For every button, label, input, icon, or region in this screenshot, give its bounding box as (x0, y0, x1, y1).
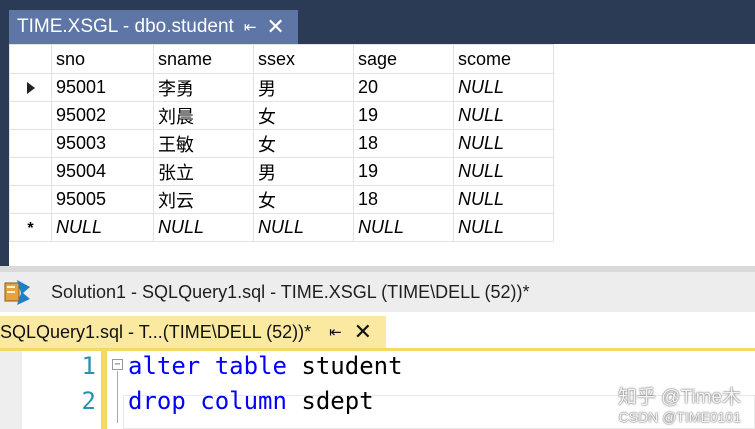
table-cell[interactable]: NULL (353, 213, 454, 242)
column-header[interactable]: sno (51, 44, 154, 74)
watermark-zhihu: 知乎 @Time木 (617, 387, 741, 408)
editor-margin (0, 351, 22, 429)
table-cell[interactable]: NULL (51, 213, 154, 242)
data-grid: sno sname ssex sage scome 95001 李勇男 20 NULL… (9, 44, 554, 242)
window-title: Solution1 - SQLQuery1.sql - TIME.XSGL (T… (51, 281, 530, 302)
row-selector[interactable]: * (9, 213, 52, 242)
row-selector[interactable] (9, 157, 52, 186)
column-header[interactable]: sage (353, 44, 454, 74)
sql-keyword: drop column (128, 387, 287, 415)
table-cell[interactable]: NULL (453, 185, 554, 214)
table-cell[interactable]: NULL (453, 157, 554, 186)
table-cell[interactable]: 95004 (51, 157, 154, 186)
pin-icon[interactable]: ⇤ (244, 18, 257, 36)
collapse-icon[interactable]: − (112, 359, 123, 370)
sql-identifier: sdept (286, 387, 374, 415)
table-cell[interactable]: NULL (453, 101, 554, 130)
table-cell[interactable]: 李勇 (153, 73, 254, 102)
header-row: sno sname ssex sage scome (9, 44, 554, 74)
watermark: 知乎 @Time木 CSDN @TIME0101 (618, 382, 741, 425)
column-header[interactable]: scome (453, 44, 554, 74)
table-cell[interactable]: 女 (253, 185, 354, 214)
row-selector-header[interactable] (9, 44, 52, 74)
table-cell[interactable]: 男 (253, 157, 354, 186)
table-cell[interactable]: 女 (253, 129, 354, 158)
code-line-1[interactable]: alter table student (128, 352, 403, 380)
query-tab-strip: SQLQuery1.sql - T...(TIME\DELL (52))* ⇤ … (0, 312, 755, 348)
table-cell[interactable]: 95001 (51, 73, 154, 102)
table-row[interactable]: 95005 刘云女 18 NULL (9, 185, 554, 214)
close-icon[interactable]: ✕ (354, 321, 372, 343)
table-cell[interactable]: NULL (453, 129, 554, 158)
sql-identifier: student (286, 352, 403, 380)
column-header[interactable]: ssex (253, 44, 354, 74)
table-row[interactable]: 95003 王敏女 18 NULL (9, 129, 554, 158)
column-header[interactable]: sname (153, 44, 254, 74)
table-cell[interactable]: 18 (353, 185, 454, 214)
table-cell[interactable]: NULL (453, 213, 554, 242)
fold-guide (117, 371, 118, 423)
pin-icon[interactable]: ⇤ (329, 323, 342, 341)
table-cell[interactable]: 张立 (153, 157, 254, 186)
tab-title: SQLQuery1.sql - T...(TIME\DELL (52))* (0, 321, 312, 342)
table-cell[interactable]: 男 (253, 73, 354, 102)
tab-query-editor[interactable]: SQLQuery1.sql - T...(TIME\DELL (52))* ⇤ … (0, 316, 386, 348)
table-cell[interactable]: 女 (253, 101, 354, 130)
new-row[interactable]: * NULL NULL NULL NULL NULL (9, 213, 554, 242)
row-pointer-icon (26, 82, 35, 95)
table-cell[interactable]: NULL (453, 73, 554, 102)
title-bar: Solution1 - SQLQuery1.sql - TIME.XSGL (T… (0, 272, 755, 312)
table-cell[interactable]: 刘晨 (153, 101, 254, 130)
table-cell[interactable]: 18 (353, 129, 454, 158)
new-row-marker: * (27, 220, 34, 237)
sql-keyword: alter table (128, 352, 287, 380)
table-cell[interactable]: 王敏 (153, 129, 254, 158)
watermark-csdn: CSDN @TIME0101 (618, 409, 741, 425)
table-cell[interactable]: 19 (353, 157, 454, 186)
row-selector[interactable] (9, 129, 52, 158)
table-cell[interactable]: 95003 (51, 129, 154, 158)
close-icon[interactable]: ✕ (266, 16, 284, 38)
ssms-app-icon (3, 277, 33, 307)
row-selector[interactable] (9, 101, 52, 130)
row-selector[interactable] (9, 185, 52, 214)
line-number: 2 (81, 387, 96, 415)
table-editor-window: TIME.XSGL - dbo.student ⇤ ✕ sno sname ss… (0, 0, 755, 266)
change-tracking-bar (101, 351, 107, 429)
table-cell[interactable]: 95005 (51, 185, 154, 214)
tab-title: TIME.XSGL - dbo.student (17, 16, 234, 37)
results-grid-area: sno sname ssex sage scome 95001 李勇男 20 NULL… (9, 44, 755, 266)
code-line-2[interactable]: drop column sdept (128, 387, 374, 415)
line-number: 1 (81, 352, 96, 380)
table-cell[interactable]: NULL (153, 213, 254, 242)
table-row[interactable]: 95004 张立男 19 NULL (9, 157, 554, 186)
table-cell[interactable]: 20 (353, 73, 454, 102)
row-selector[interactable] (9, 73, 52, 102)
table-cell[interactable]: NULL (253, 213, 354, 242)
table-cell[interactable]: 95002 (51, 101, 154, 130)
table-cell[interactable]: 19 (353, 101, 454, 130)
table-row[interactable]: 95002 刘晨女 19 NULL (9, 101, 554, 130)
table-cell[interactable]: 刘云 (153, 185, 254, 214)
table-row[interactable]: 95001 李勇男 20 NULL (9, 73, 554, 102)
tab-table-editor[interactable]: TIME.XSGL - dbo.student ⇤ ✕ (9, 10, 298, 44)
